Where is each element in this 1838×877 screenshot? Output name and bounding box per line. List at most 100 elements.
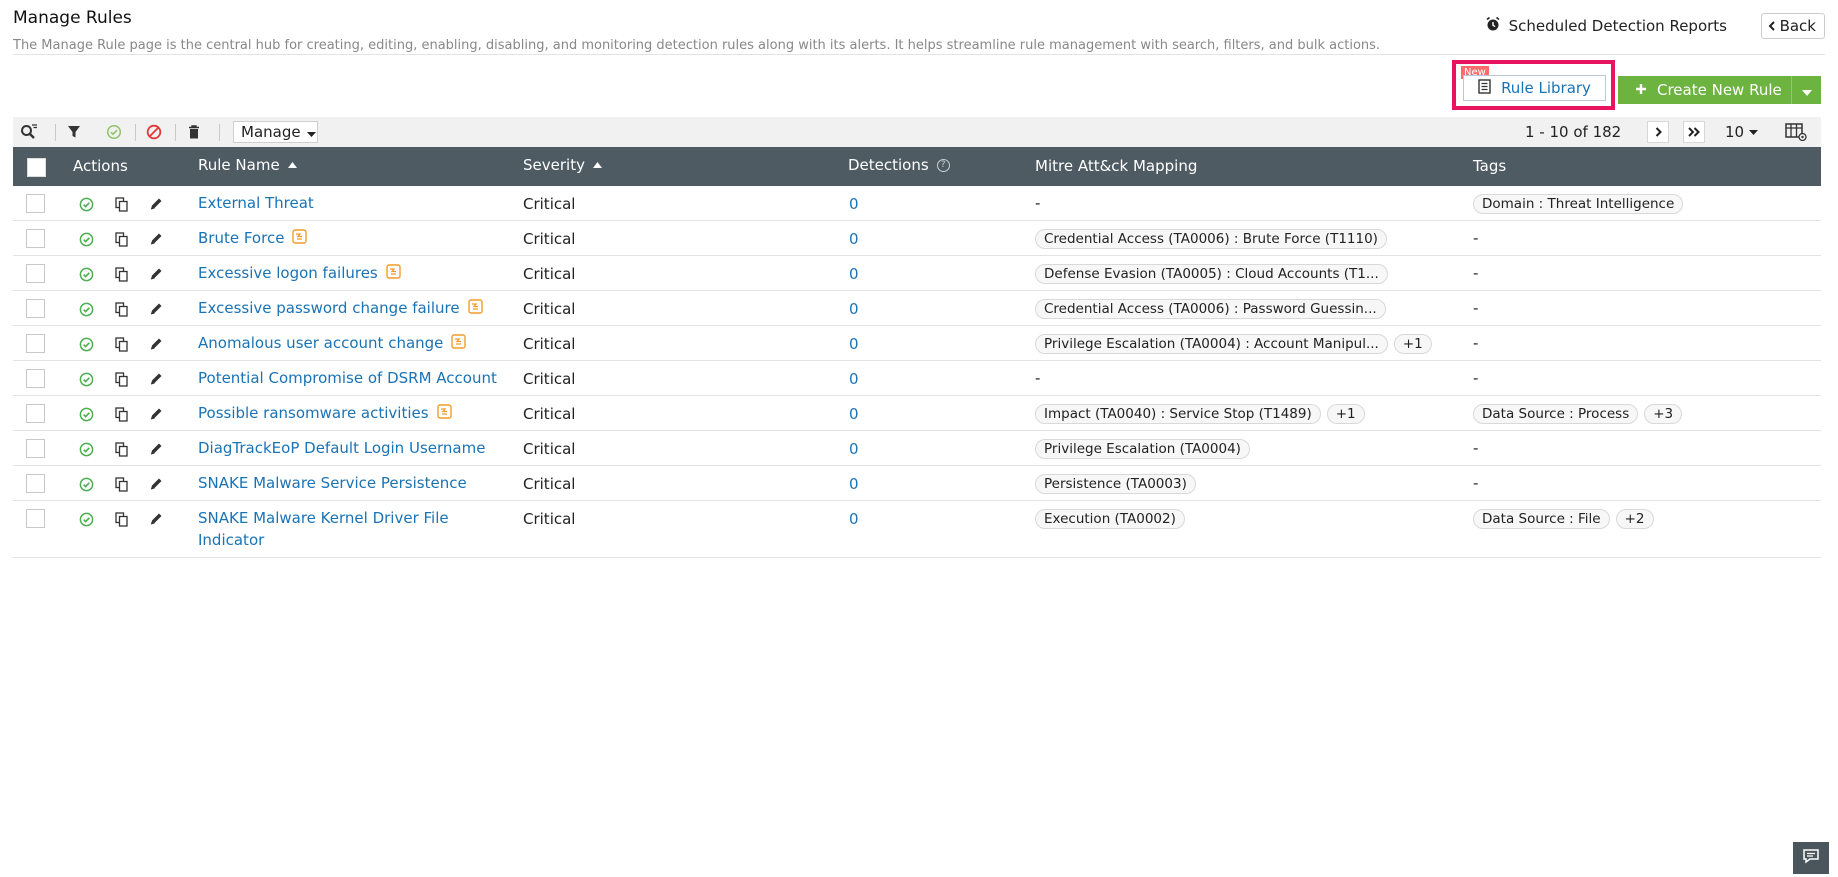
row-checkbox[interactable] — [26, 509, 45, 528]
rule-name-link[interactable]: SNAKE Malware Service Persistence — [198, 474, 467, 492]
row-checkbox[interactable] — [26, 229, 45, 248]
enabled-status-icon[interactable] — [78, 511, 94, 527]
mitre-mapping-cell: Impact (TA0040) : Service Stop (T1489) +1 — [1035, 404, 1365, 424]
enabled-status-icon[interactable] — [78, 371, 94, 387]
help-icon[interactable]: ? — [936, 158, 950, 172]
trash-icon[interactable] — [185, 124, 203, 140]
search-icon[interactable] — [20, 124, 38, 140]
enabled-status-icon[interactable] — [78, 476, 94, 492]
empty-value: - — [1473, 439, 1479, 457]
row-checkbox[interactable] — [26, 264, 45, 283]
toolbar-divider — [55, 124, 56, 141]
edit-rule-icon[interactable] — [148, 476, 164, 492]
detections-count-link[interactable]: 0 — [849, 195, 859, 213]
edit-rule-icon[interactable] — [148, 231, 164, 247]
mitre-chip: Privilege Escalation (TA0004) : Account … — [1035, 334, 1388, 354]
table-row: Anomalous user account change Critical 0 Pr… — [13, 326, 1821, 361]
rule-name-link[interactable]: Excessive logon failures — [198, 264, 378, 282]
rule-name-cell: Possible ransomware activities — [198, 402, 452, 425]
copy-rule-icon[interactable] — [113, 511, 129, 527]
enabled-status-icon[interactable] — [78, 406, 94, 422]
row-checkbox[interactable] — [26, 299, 45, 318]
copy-rule-icon[interactable] — [113, 266, 129, 282]
rule-name-link[interactable]: Brute Force — [198, 229, 284, 247]
row-checkbox[interactable] — [26, 474, 45, 493]
scheduled-detection-reports-link[interactable]: Scheduled Detection Reports — [1485, 16, 1727, 36]
more-mitre-chip[interactable]: +1 — [1326, 404, 1365, 424]
edit-rule-icon[interactable] — [148, 336, 164, 352]
row-checkbox[interactable] — [26, 369, 45, 388]
next-page-button[interactable] — [1647, 121, 1669, 143]
rule-name-link[interactable]: Excessive password change failure — [198, 299, 460, 317]
column-header-rule-name[interactable]: Rule Name — [198, 156, 297, 174]
rule-name-link[interactable]: DiagTrackEoP Default Login Username — [198, 439, 485, 457]
more-tags-chip[interactable]: +2 — [1615, 509, 1654, 529]
edit-rule-icon[interactable] — [148, 301, 164, 317]
row-checkbox[interactable] — [26, 404, 45, 423]
rule-name-link[interactable]: SNAKE Malware Kernel Driver File Indicat… — [198, 509, 449, 549]
table-row: SNAKE Malware Kernel Driver File Indicat… — [13, 501, 1821, 558]
rule-name-link[interactable]: External Threat — [198, 194, 314, 212]
copy-rule-icon[interactable] — [113, 476, 129, 492]
row-checkbox[interactable] — [26, 439, 45, 458]
page-title: Manage Rules — [13, 8, 132, 28]
copy-rule-icon[interactable] — [113, 371, 129, 387]
rule-name-cell: Excessive logon failures — [198, 262, 401, 285]
table-row: Possible ransomware activities Critical 0 I… — [13, 396, 1821, 431]
row-checkbox[interactable] — [26, 194, 45, 213]
copy-rule-icon[interactable] — [113, 441, 129, 457]
detections-count-link[interactable]: 0 — [849, 265, 859, 283]
column-settings-icon[interactable] — [1785, 123, 1807, 145]
last-page-button[interactable] — [1683, 121, 1705, 143]
detections-count-link[interactable]: 0 — [849, 510, 859, 528]
disable-rule-icon[interactable] — [145, 124, 163, 140]
edit-rule-icon[interactable] — [148, 511, 164, 527]
rule-name-link[interactable]: Anomalous user account change — [198, 334, 443, 352]
edit-rule-icon[interactable] — [148, 406, 164, 422]
column-header-severity[interactable]: Severity — [523, 156, 602, 174]
enabled-status-icon[interactable] — [78, 441, 94, 457]
detections-count-link[interactable]: 0 — [849, 300, 859, 318]
detections-count-link[interactable]: 0 — [849, 475, 859, 493]
edit-rule-icon[interactable] — [148, 266, 164, 282]
table-row: DiagTrackEoP Default Login Username Criti… — [13, 431, 1821, 466]
severity-cell: Critical — [523, 440, 576, 458]
empty-value: - — [1473, 334, 1479, 352]
enabled-status-icon[interactable] — [78, 336, 94, 352]
back-button[interactable]: Back — [1760, 13, 1825, 39]
edit-rule-icon[interactable] — [148, 371, 164, 387]
copy-rule-icon[interactable] — [113, 301, 129, 317]
detections-count-link[interactable]: 0 — [849, 370, 859, 388]
enabled-status-icon[interactable] — [78, 266, 94, 282]
filter-icon[interactable] — [65, 124, 83, 140]
caret-down-icon — [1801, 81, 1812, 100]
more-mitre-chip[interactable]: +1 — [1393, 334, 1432, 354]
rule-name-cell: Brute Force — [198, 227, 308, 250]
rule-name-link[interactable]: Possible ransomware activities — [198, 404, 429, 422]
detections-count-link[interactable]: 0 — [849, 405, 859, 423]
chat-button[interactable] — [1793, 842, 1829, 874]
edit-rule-icon[interactable] — [148, 441, 164, 457]
detections-count-link[interactable]: 0 — [849, 440, 859, 458]
more-tags-chip[interactable]: +3 — [1644, 404, 1683, 424]
manage-dropdown[interactable]: Manage — [233, 121, 318, 143]
enabled-status-icon[interactable] — [78, 301, 94, 317]
per-page-select[interactable]: 10 — [1725, 123, 1759, 141]
enable-rule-icon[interactable] — [105, 124, 123, 140]
copy-rule-icon[interactable] — [113, 406, 129, 422]
edit-rule-icon[interactable] — [148, 196, 164, 212]
copy-rule-icon[interactable] — [113, 196, 129, 212]
rule-library-button[interactable]: Rule Library — [1463, 75, 1606, 101]
enabled-status-icon[interactable] — [78, 196, 94, 212]
copy-rule-icon[interactable] — [113, 231, 129, 247]
rule-name-link[interactable]: Potential Compromise of DSRM Account — [198, 369, 497, 387]
create-rule-dropdown-button[interactable] — [1791, 76, 1821, 104]
copy-rule-icon[interactable] — [113, 336, 129, 352]
detections-count-link[interactable]: 0 — [849, 335, 859, 353]
create-new-rule-button[interactable]: Create New Rule — [1618, 76, 1791, 104]
detections-count-link[interactable]: 0 — [849, 230, 859, 248]
select-all-checkbox[interactable] — [27, 158, 46, 177]
rule-name-cell: SNAKE Malware Kernel Driver File Indicat… — [198, 507, 468, 551]
enabled-status-icon[interactable] — [78, 231, 94, 247]
row-checkbox[interactable] — [26, 334, 45, 353]
